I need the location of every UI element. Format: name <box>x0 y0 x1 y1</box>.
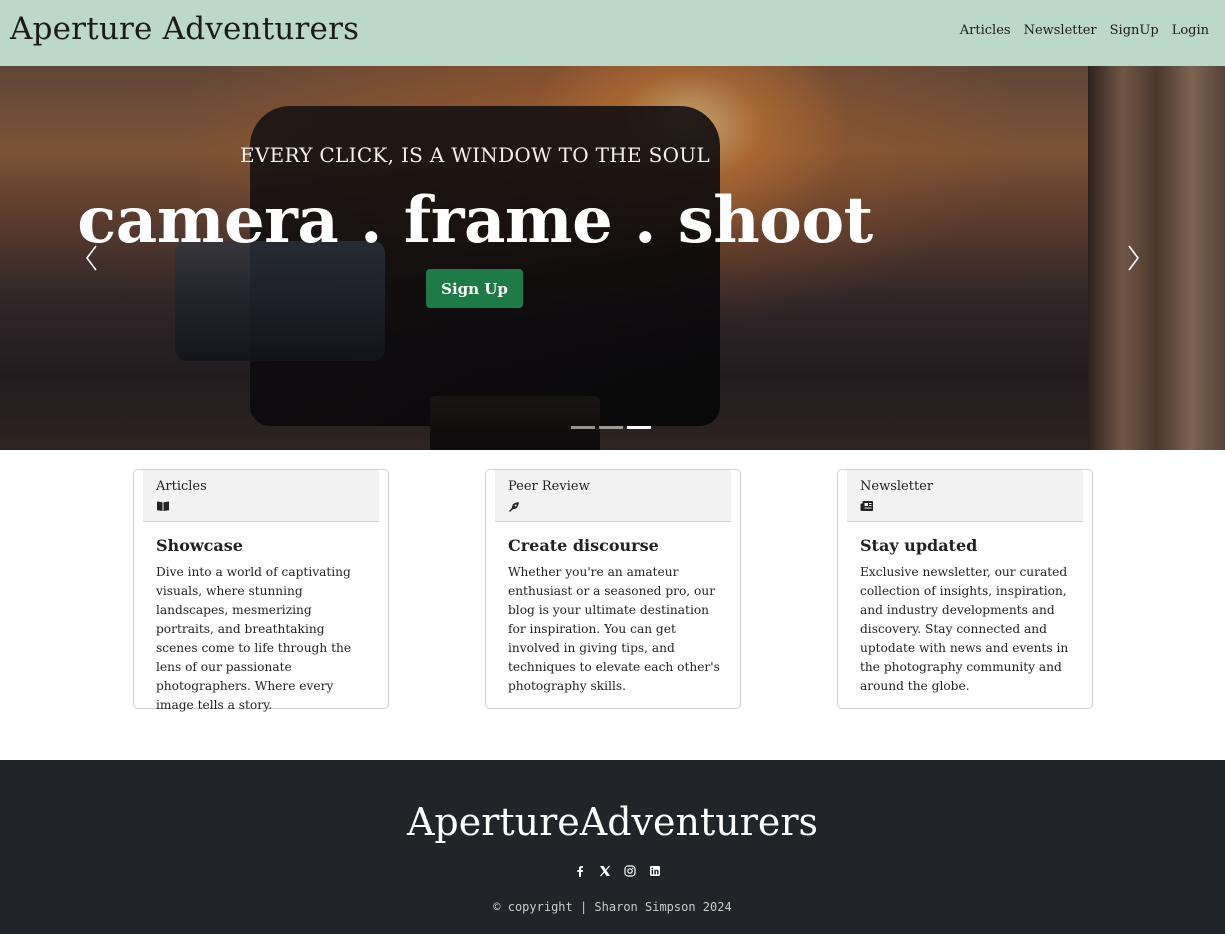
card-text: Whether you're an amateur enthusiast or … <box>508 565 720 693</box>
card-header: Newsletter <box>847 470 1083 522</box>
card-newsletter: Newsletter Stay updated Exclusive newsle… <box>837 469 1093 709</box>
carousel-indicator-2[interactable] <box>599 426 623 429</box>
social-links <box>574 862 661 877</box>
x-icon[interactable] <box>599 862 611 877</box>
main-nav: Articles Newsletter SignUp Login <box>960 23 1209 38</box>
instagram-icon[interactable] <box>624 862 636 877</box>
nav-link-signup[interactable]: SignUp <box>1110 23 1159 38</box>
hero-tagline: EVERY CLICK, IS A WINDOW TO THE SOUL <box>239 143 711 167</box>
navbar: Aperture Adventurers Articles Newsletter… <box>0 0 1225 66</box>
carousel-slide-image <box>0 66 1088 450</box>
card-header: Articles <box>143 470 379 522</box>
carousel-indicators <box>571 426 651 429</box>
card-header: Peer Review <box>495 470 731 522</box>
footer: ApertureAdventurers © copyright | Sharon… <box>0 760 1225 934</box>
nav-link-login[interactable]: Login <box>1172 23 1209 38</box>
brand-logo[interactable]: Aperture Adventurers <box>10 11 359 47</box>
carousel-next-button[interactable] <box>1123 243 1143 273</box>
footer-brand: ApertureAdventurers <box>406 800 819 844</box>
carousel-indicator-1[interactable] <box>571 426 595 429</box>
card-text: Exclusive newsletter, our curated collec… <box>860 565 1069 693</box>
carousel-prev-button[interactable] <box>82 243 102 273</box>
signup-button[interactable]: Sign Up <box>426 269 523 308</box>
hero-carousel: EVERY CLICK, IS A WINDOW TO THE SOUL cam… <box>0 66 1225 450</box>
nav-link-articles[interactable]: Articles <box>960 23 1011 38</box>
facebook-icon[interactable] <box>574 862 586 877</box>
copyright-text: © copyright | Sharon Simpson 2024 <box>493 900 732 914</box>
card-label: Peer Review <box>508 479 590 494</box>
book-open-icon <box>157 501 169 511</box>
chevron-left-icon <box>86 245 97 271</box>
card-peer-review: Peer Review Create discourse Whether you… <box>485 469 741 709</box>
linkedin-icon[interactable] <box>649 862 661 876</box>
card-title: Showcase <box>156 536 243 555</box>
hero-headline: camera . frame . shoot <box>77 183 873 258</box>
card-label: Newsletter <box>860 479 934 494</box>
card-articles: Articles Showcase Dive into a world of c… <box>133 469 389 712</box>
nav-link-newsletter[interactable]: Newsletter <box>1024 23 1097 38</box>
chevron-right-icon <box>1128 245 1139 271</box>
carousel-next-slide-preview <box>1088 66 1225 450</box>
card-text: Dive into a world of captivating visuals… <box>156 565 352 712</box>
pen-nib-icon <box>509 502 519 512</box>
card-title: Stay updated <box>860 536 978 555</box>
card-label: Articles <box>156 479 207 494</box>
card-title: Create discourse <box>508 536 659 555</box>
newspaper-icon <box>860 501 873 511</box>
carousel-indicator-3[interactable] <box>627 426 651 429</box>
